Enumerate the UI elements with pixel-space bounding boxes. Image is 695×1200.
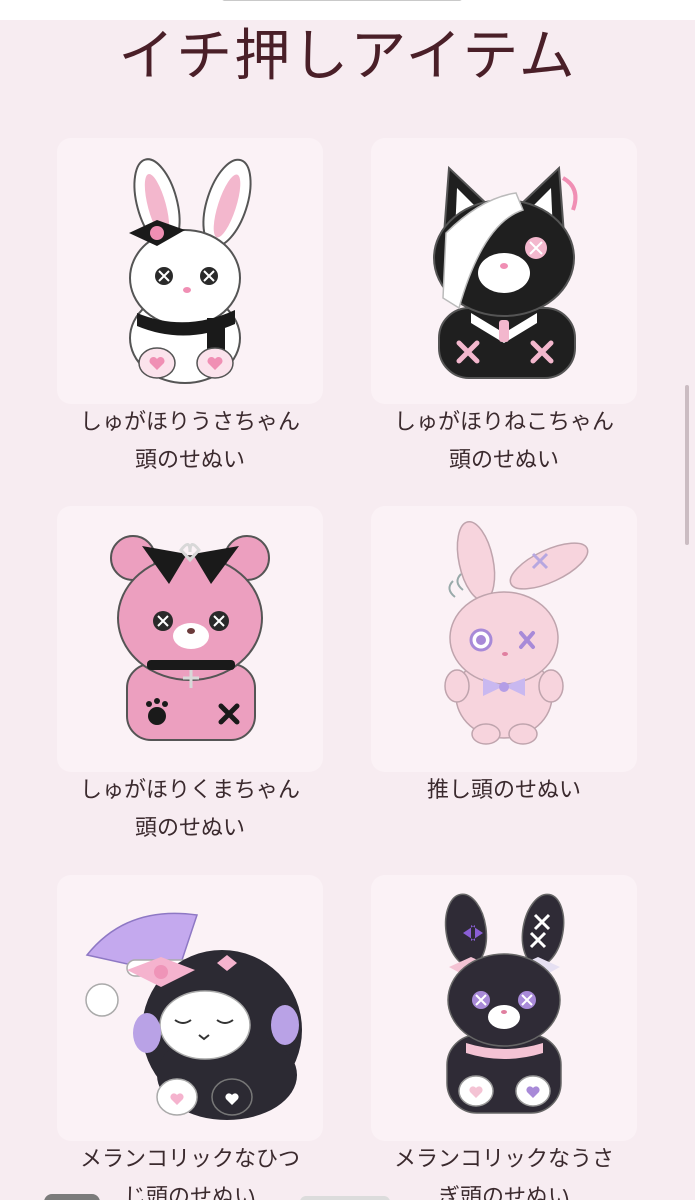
product-name-line2[interactable]: 頭のせぬい: [30, 442, 350, 480]
sheep-plush-icon: [85, 912, 302, 1120]
product-name-line1[interactable]: 推し頭のせぬい: [344, 772, 664, 810]
pink-bunny-plush-icon: [444, 520, 589, 745]
featured-items-page: イチ押しアイテム しゅがほりうさちゃん 頭のせぬい しゅがほりねこちゃん 頭のせ…: [0, 0, 695, 1200]
floating-button-edge[interactable]: [44, 1194, 100, 1200]
product-image-card[interactable]: [57, 875, 323, 1141]
product-name-line1[interactable]: しゅがほりくまちゃん: [30, 772, 350, 810]
product-name-line1[interactable]: しゅがほりねこちゃん: [344, 404, 664, 442]
product-image-card[interactable]: [371, 506, 637, 772]
black-cat-plush-icon: [433, 165, 578, 379]
product-name-line2[interactable]: 頭のせぬい: [30, 810, 350, 848]
product-name-line1[interactable]: しゅがほりうさちゃん: [30, 404, 350, 442]
product-name-line1[interactable]: メランコリックなひつ: [30, 1141, 350, 1179]
product-image-card[interactable]: [371, 138, 637, 404]
product-name-line1[interactable]: メランコリックなうさ: [344, 1141, 664, 1179]
white-bunny-plush-icon: [129, 158, 252, 384]
home-indicator: [300, 1196, 390, 1200]
pink-bear-plush-icon: [110, 535, 270, 741]
product-image-card[interactable]: [371, 875, 637, 1141]
product-image-card[interactable]: [57, 506, 323, 772]
black-bunny-plush-icon: [444, 893, 565, 1114]
product-name-line2[interactable]: 頭のせぬい: [344, 442, 664, 480]
scrollbar-thumb[interactable]: [685, 385, 689, 545]
product-image-card[interactable]: [57, 138, 323, 404]
product-name-line2[interactable]: ぎ頭のせぬい: [344, 1179, 664, 1200]
product-grid: しゅがほりうさちゃん 頭のせぬい しゅがほりねこちゃん 頭のせぬい しゅがほりく…: [0, 0, 695, 1200]
